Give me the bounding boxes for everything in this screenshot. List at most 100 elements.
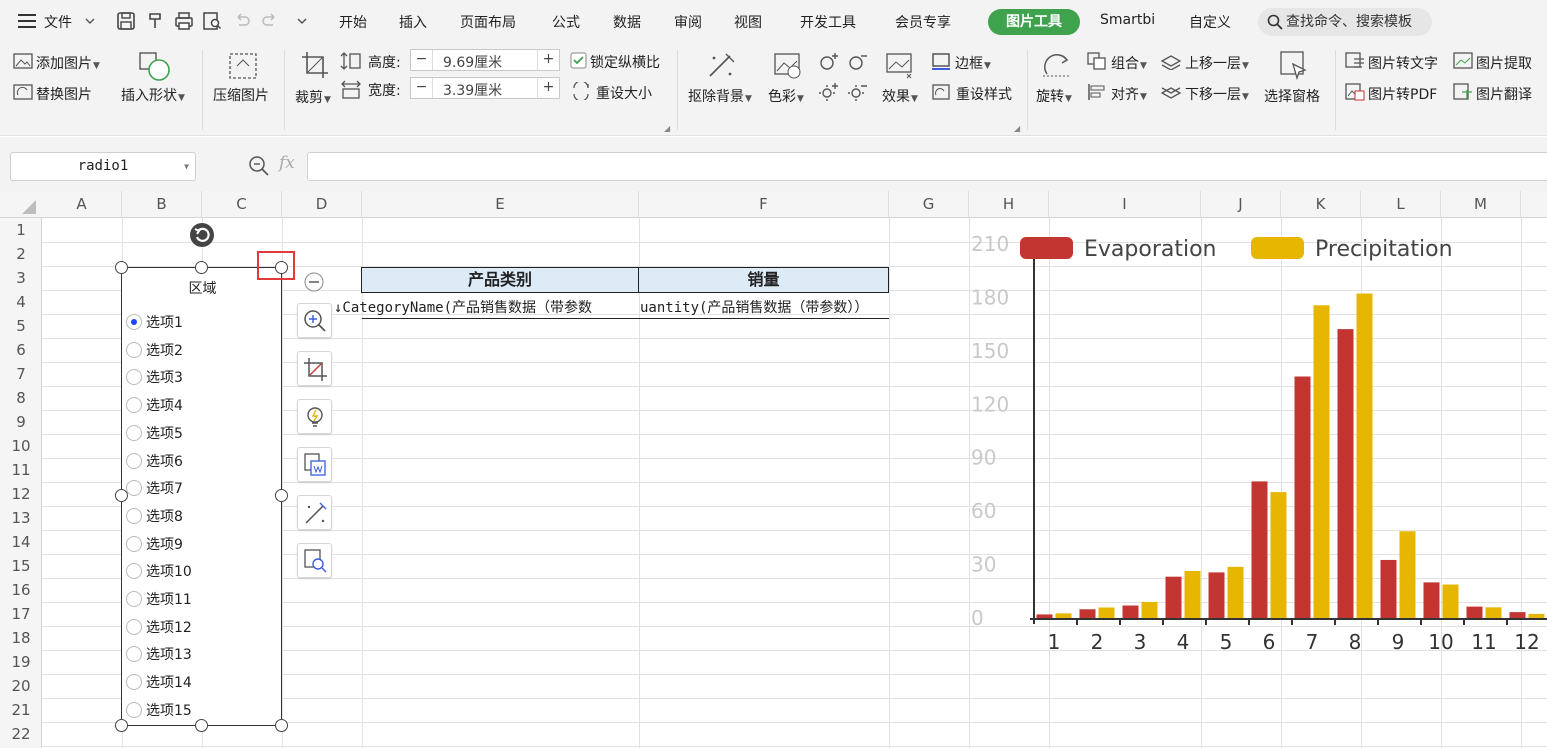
tab-page-layout[interactable]: 页面布局 — [460, 12, 516, 32]
row-header[interactable]: 20 — [0, 674, 42, 698]
row-header[interactable]: 6 — [0, 338, 42, 362]
tab-smartbi[interactable]: Smartbi — [1100, 12, 1155, 28]
resize-handle-bottom[interactable] — [195, 719, 208, 732]
file-menu[interactable]: 文件 — [44, 12, 72, 32]
table-header-quantity[interactable]: 销量 — [638, 267, 889, 293]
column-header-m[interactable]: M — [1441, 191, 1521, 218]
resize-handle-left[interactable] — [115, 489, 128, 502]
effects-button[interactable]: 效果▼ — [882, 86, 918, 106]
checkbox-checked-icon[interactable] — [570, 52, 587, 69]
collapse-toolbar-icon[interactable] — [304, 272, 324, 292]
radio-unselected-icon[interactable] — [126, 397, 142, 414]
row-header[interactable]: 3 — [0, 266, 42, 290]
picture-search-float-button[interactable] — [297, 543, 332, 578]
resize-handle-bottom-right[interactable] — [275, 719, 288, 732]
height-increase-button[interactable]: + — [537, 50, 559, 70]
radio-unselected-icon[interactable] — [126, 424, 142, 441]
radio-option[interactable]: 选项9 — [126, 534, 183, 556]
radio-option[interactable]: 选项11 — [126, 589, 192, 611]
format-painter-icon[interactable] — [146, 11, 166, 31]
picture-to-text-button[interactable]: 图片转文字 — [1368, 53, 1438, 73]
picture-to-text-float-button[interactable] — [297, 447, 332, 482]
radio-unselected-icon[interactable] — [126, 674, 142, 691]
radio-option[interactable]: 选项13 — [126, 644, 192, 666]
row-header[interactable]: 16 — [0, 578, 42, 602]
column-header-i[interactable]: I — [1049, 191, 1201, 218]
command-search[interactable]: 查找命令、搜索模板 — [1258, 8, 1432, 36]
row-header[interactable]: 15 — [0, 554, 42, 578]
zoom-in-button[interactable] — [297, 303, 332, 338]
tab-data[interactable]: 数据 — [613, 12, 641, 32]
radio-option[interactable]: 选项15 — [126, 700, 192, 722]
radio-option[interactable]: 选项8 — [126, 506, 183, 528]
zoom-formula-icon[interactable] — [248, 155, 270, 177]
radio-unselected-icon[interactable] — [126, 369, 142, 386]
fx-icon[interactable]: fx — [279, 153, 295, 173]
column-header-h[interactable]: H — [969, 191, 1049, 218]
undo-icon[interactable] — [232, 11, 252, 31]
radio-unselected-icon[interactable] — [126, 701, 142, 718]
radio-option[interactable]: 选项6 — [126, 451, 183, 473]
remove-background-button[interactable]: 抠除背景▼ — [688, 86, 752, 106]
compress-picture-button[interactable]: 压缩图片 — [213, 85, 269, 105]
reset-style-button[interactable]: 重设样式 — [956, 84, 1012, 104]
picture-extract-button[interactable]: 图片提取 — [1476, 53, 1532, 73]
selection-pane-button[interactable]: 选择窗格 — [1264, 86, 1320, 106]
row-header[interactable]: 11 — [0, 458, 42, 482]
name-box[interactable]: radio1 ▼ — [10, 152, 196, 181]
radio-option[interactable]: 选项3 — [126, 367, 183, 389]
table-header-category[interactable]: 产品类别 — [361, 267, 639, 293]
radio-option[interactable]: 选项14 — [126, 672, 192, 694]
row-header[interactable]: 19 — [0, 650, 42, 674]
contrast-up-icon[interactable] — [818, 82, 840, 102]
column-header-c[interactable]: C — [202, 191, 282, 218]
radio-unselected-icon[interactable] — [126, 452, 142, 469]
tab-custom[interactable]: 自定义 — [1189, 12, 1231, 32]
radio-unselected-icon[interactable] — [126, 507, 142, 524]
radio-option[interactable]: 选项5 — [126, 423, 183, 445]
reset-size-button[interactable]: 重设大小 — [596, 83, 652, 103]
border-button[interactable]: 边框▼ — [955, 53, 991, 73]
customize-toolbar-icon[interactable] — [292, 11, 312, 31]
rotate-handle-icon[interactable] — [190, 223, 214, 247]
row-header[interactable]: 13 — [0, 506, 42, 530]
radio-unselected-icon[interactable] — [126, 563, 142, 580]
radio-selected-icon[interactable] — [126, 314, 142, 330]
send-backward-button[interactable]: 下移一层▼ — [1185, 84, 1249, 104]
crop-float-button[interactable] — [297, 351, 332, 386]
width-stepper[interactable]: − 3.39厘米 + — [410, 77, 560, 99]
tab-formulas[interactable]: 公式 — [552, 12, 580, 32]
brightness-down-icon[interactable] — [847, 52, 869, 72]
row-header[interactable]: 5 — [0, 314, 42, 338]
radio-group-box[interactable]: 区域 选项1 选项2 选项3 选项4 选项5 选项6 选项7 选项8 选项9 选项10 选项11 选项… — [121, 267, 282, 726]
save-icon[interactable] — [116, 11, 136, 31]
row-header[interactable]: 17 — [0, 602, 42, 626]
row-header[interactable]: 9 — [0, 410, 42, 434]
color-button[interactable]: 色彩▼ — [768, 86, 804, 106]
tab-review[interactable]: 审阅 — [674, 12, 702, 32]
smart-suggest-button[interactable] — [297, 399, 332, 434]
column-header-l[interactable]: L — [1361, 191, 1441, 218]
height-stepper[interactable]: − 9.69厘米 + — [410, 49, 560, 71]
radio-option[interactable]: 选项10 — [126, 561, 192, 583]
table-cell-quantity-field[interactable]: uantity(产品销售数据（带参数）） — [640, 297, 930, 319]
row-header[interactable]: 14 — [0, 530, 42, 554]
tab-view[interactable]: 视图 — [734, 12, 762, 32]
radio-unselected-icon[interactable] — [126, 646, 142, 663]
radio-unselected-icon[interactable] — [126, 480, 142, 497]
bring-forward-button[interactable]: 上移一层▼ — [1185, 53, 1249, 73]
row-header[interactable]: 12 — [0, 482, 42, 506]
row-header[interactable]: 7 — [0, 362, 42, 386]
tab-picture-tools[interactable]: 图片工具 — [988, 9, 1080, 35]
align-button[interactable]: 对齐▼ — [1111, 84, 1147, 104]
radio-option[interactable]: 选项12 — [126, 617, 192, 639]
radio-option[interactable]: 选项4 — [126, 395, 183, 417]
tab-developer[interactable]: 开发工具 — [800, 12, 856, 32]
tab-home[interactable]: 开始 — [339, 12, 367, 32]
table-cell-category-field[interactable]: ↓CategoryName(产品销售数据（带参数 — [334, 297, 639, 319]
insert-shape-button[interactable]: 插入形状▼ — [121, 85, 185, 105]
chevron-down-icon[interactable] — [84, 15, 96, 31]
column-header-a[interactable]: A — [42, 191, 122, 218]
chevron-down-icon[interactable]: ▼ — [184, 153, 189, 180]
contrast-down-icon[interactable] — [847, 82, 869, 102]
